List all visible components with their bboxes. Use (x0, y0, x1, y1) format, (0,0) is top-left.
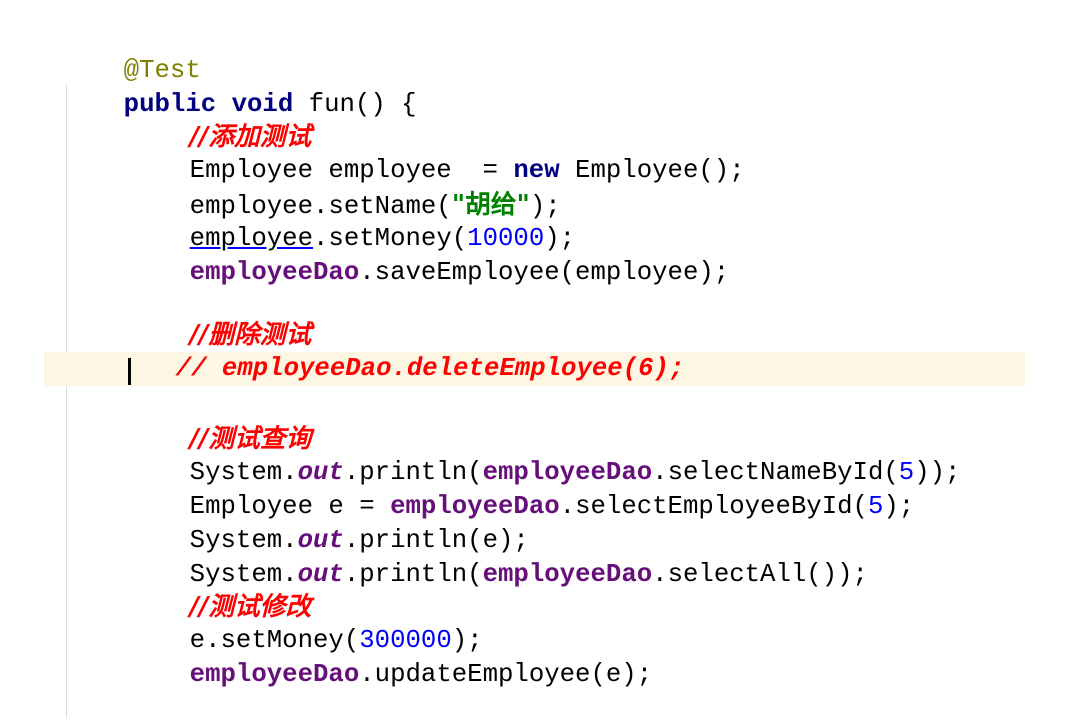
code-text: .selectEmployeeById( (559, 492, 868, 521)
code-line-print-select-name[interactable]: System.out.println(employeeDao.selectNam… (128, 422, 961, 487)
code-line-method-signature[interactable]: public void fun() { (62, 54, 417, 119)
code-text: .saveEmployee(employee); (359, 258, 730, 287)
code-line-comment-delete[interactable]: //删除测试 (128, 284, 312, 350)
code-text: .updateEmployee(e); (359, 660, 653, 689)
code-line-set-name[interactable]: employee.setName("胡给"); (128, 154, 561, 221)
code-line-set-money-e[interactable]: e.setMoney(300000); (128, 590, 483, 655)
commented-code: // employeeDao.deleteEmployee(6); (175, 354, 685, 383)
field-employee-dao: employeeDao (189, 660, 360, 689)
field-employee-dao: employeeDao (482, 560, 653, 589)
code-line-save-employee[interactable]: employeeDao.saveEmployee(employee); (128, 222, 730, 287)
code-line-comment-add[interactable]: //添加测试 (128, 86, 312, 152)
code-line-annotation[interactable]: @Test (62, 20, 201, 85)
code-text: .selectAll()); (652, 560, 868, 589)
code-line-comment-query[interactable]: //测试查询 (128, 388, 312, 454)
method-signature: fun() { (293, 90, 417, 119)
code-line-commented-delete[interactable]: // employeeDao.deleteEmployee(6); (114, 318, 685, 383)
code-line-print-e[interactable]: System.out.println(e); (128, 490, 529, 555)
code-line-select-employee[interactable]: Employee e = employeeDao.selectEmployeeB… (128, 456, 915, 521)
code-line-set-money[interactable]: employee.setMoney(10000); (128, 188, 575, 253)
code-line-new-employee[interactable]: Employee employee = new Employee(); (128, 120, 745, 185)
indent-guide (66, 84, 67, 718)
code-text: )); (914, 458, 961, 487)
code-line-comment-update[interactable]: //测试修改 (128, 556, 312, 622)
code-text: .println( (343, 560, 483, 589)
number-literal: 5 (867, 492, 884, 521)
code-text: Employee(); (559, 156, 745, 185)
code-line-update-employee[interactable]: employeeDao.updateEmployee(e); (128, 624, 652, 689)
code-line-print-select-all[interactable]: System.out.println(employeeDao.selectAll… (128, 524, 868, 589)
code-editor[interactable]: @Test public void fun() { //添加测试 Employe… (0, 0, 1080, 718)
field-employee-dao: employeeDao (189, 258, 360, 287)
code-text: ); (883, 492, 915, 521)
